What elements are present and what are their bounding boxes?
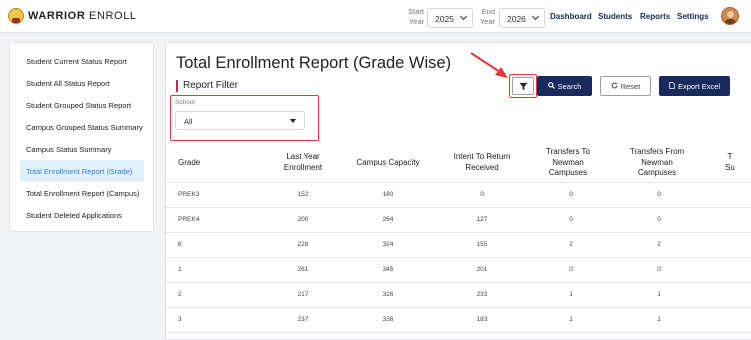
sidebar-item-student-all-status[interactable]: Student All Status Report bbox=[20, 73, 144, 93]
nav-dashboard[interactable]: Dashboard bbox=[550, 12, 592, 21]
chevron-down-icon bbox=[459, 12, 468, 21]
cell-grade: 2 bbox=[178, 291, 182, 298]
table-row: K 228 324 155 2 2 bbox=[166, 233, 751, 258]
cell-grade: PREK4 bbox=[178, 216, 200, 223]
cell-transfers-from: 1 bbox=[657, 316, 661, 323]
excel-icon bbox=[669, 82, 675, 91]
cell-capacity: 336 bbox=[382, 316, 394, 323]
nav-students[interactable]: Students bbox=[598, 12, 632, 21]
cell-capacity: 264 bbox=[382, 216, 394, 223]
cell-last-year: 261 bbox=[297, 266, 309, 273]
cell-transfers-to: 2 bbox=[569, 241, 573, 248]
cell-last-year: 200 bbox=[297, 216, 309, 223]
column-header-last-year-enrollment: Last Year Enrollment bbox=[283, 152, 323, 172]
cell-transfers-from: 0 bbox=[657, 191, 661, 198]
cell-transfers-to: 0 bbox=[569, 216, 573, 223]
search-button-label: Search bbox=[557, 82, 582, 91]
cell-transfers-to: 1 bbox=[569, 291, 573, 298]
cell-transfers-from: 0 bbox=[657, 266, 661, 273]
table-row: PREK3 152 180 0 0 0 bbox=[166, 183, 751, 208]
highlight-box-filter bbox=[509, 74, 537, 98]
cell-intent: 201 bbox=[476, 266, 488, 273]
reset-button-label: Reset bbox=[620, 82, 641, 91]
cell-capacity: 324 bbox=[382, 241, 394, 248]
refresh-icon bbox=[611, 82, 618, 91]
chevron-down-icon bbox=[531, 12, 540, 21]
cell-grade: 3 bbox=[178, 316, 182, 323]
cell-capacity: 345 bbox=[382, 266, 394, 273]
school-select[interactable]: All bbox=[175, 111, 305, 130]
sidebar-item-total-enrollment-campus[interactable]: Total Enrollment Report (Campus) bbox=[20, 183, 144, 203]
table-row: 2 217 326 233 1 1 bbox=[166, 283, 751, 308]
export-excel-button[interactable]: Export Excel bbox=[659, 76, 730, 96]
end-year-select[interactable]: 2026 bbox=[499, 8, 545, 28]
brand-bold: WARRIOR bbox=[28, 10, 86, 22]
cell-last-year: 152 bbox=[297, 191, 309, 198]
caret-down-icon bbox=[290, 119, 296, 123]
sidebar-item-student-grouped-status[interactable]: Student Grouped Status Report bbox=[20, 95, 144, 115]
table-row: 3 237 336 183 1 1 bbox=[166, 308, 751, 333]
nav-reports[interactable]: Reports bbox=[640, 12, 670, 21]
cell-transfers-from: 0 bbox=[657, 216, 661, 223]
cell-last-year: 237 bbox=[297, 316, 309, 323]
report-filter-heading: Report Filter bbox=[176, 80, 238, 92]
reset-button[interactable]: Reset bbox=[600, 76, 651, 96]
logo-icon bbox=[8, 8, 24, 24]
end-year-label: End Year bbox=[479, 7, 495, 26]
sidebar: Student Current Status Report Student Al… bbox=[9, 42, 154, 232]
cell-intent: 127 bbox=[476, 216, 488, 223]
column-header-truncated: T Su bbox=[725, 152, 735, 172]
avatar[interactable] bbox=[721, 7, 739, 25]
start-year-select[interactable]: 2025 bbox=[427, 8, 473, 28]
sidebar-item-student-current-status[interactable]: Student Current Status Report bbox=[20, 51, 144, 71]
cell-grade: K bbox=[178, 241, 183, 248]
cell-intent: 233 bbox=[476, 291, 488, 298]
sidebar-item-campus-grouped-status[interactable]: Campus Grouped Status Summary bbox=[20, 117, 144, 137]
cell-grade: 1 bbox=[178, 266, 182, 273]
column-header-transfers-to: Transfers To Newman Campuses bbox=[545, 147, 590, 177]
page-title: Total Enrollment Report (Grade Wise) bbox=[176, 54, 452, 72]
cell-transfers-from: 1 bbox=[657, 291, 661, 298]
sidebar-item-deleted-applications[interactable]: Student Deleted Applications bbox=[20, 205, 144, 225]
cell-last-year: 217 bbox=[297, 291, 309, 298]
cell-capacity: 326 bbox=[382, 291, 394, 298]
cell-intent: 183 bbox=[476, 316, 488, 323]
export-excel-label: Export Excel bbox=[677, 82, 721, 91]
sidebar-item-campus-status-summary[interactable]: Campus Status Summary bbox=[20, 139, 144, 159]
sidebar-item-total-enrollment-grade[interactable]: Total Enrollment Report (Grade) bbox=[20, 160, 144, 182]
column-header-transfers-from: Transfers From Newman Campuses bbox=[629, 147, 685, 177]
cell-grade: PREK3 bbox=[178, 191, 200, 198]
top-navbar: WARRIOR ENROLL Start Year 2025 End Year 20… bbox=[0, 0, 751, 33]
cell-last-year: 228 bbox=[297, 241, 309, 248]
cell-transfers-from: 2 bbox=[657, 241, 661, 248]
cell-transfers-to: 0 bbox=[569, 266, 573, 273]
school-label: School bbox=[175, 99, 195, 106]
cell-capacity: 180 bbox=[382, 191, 394, 198]
column-header-grade: Grade bbox=[178, 158, 201, 167]
column-header-intent-to-return: Intent To Return Received bbox=[453, 152, 511, 172]
nav-settings[interactable]: Settings bbox=[677, 12, 709, 21]
search-icon bbox=[547, 82, 555, 91]
cell-transfers-to: 0 bbox=[569, 191, 573, 198]
cell-intent: 155 bbox=[476, 241, 488, 248]
table-row: 1 261 345 201 0 0 bbox=[166, 258, 751, 283]
search-button[interactable]: Search bbox=[537, 76, 592, 96]
cell-transfers-to: 1 bbox=[569, 316, 573, 323]
start-year-label: Start Year bbox=[408, 7, 424, 26]
report-panel: Total Enrollment Report (Grade Wise) Rep… bbox=[165, 42, 751, 340]
column-header-campus-capacity: Campus Capacity bbox=[356, 158, 420, 167]
brand-name[interactable]: WARRIOR ENROLL bbox=[28, 10, 137, 22]
brand-rest: ENROLL bbox=[85, 10, 137, 22]
cell-intent: 0 bbox=[480, 191, 484, 198]
table-row: PREK4 200 264 127 0 0 bbox=[166, 208, 751, 233]
